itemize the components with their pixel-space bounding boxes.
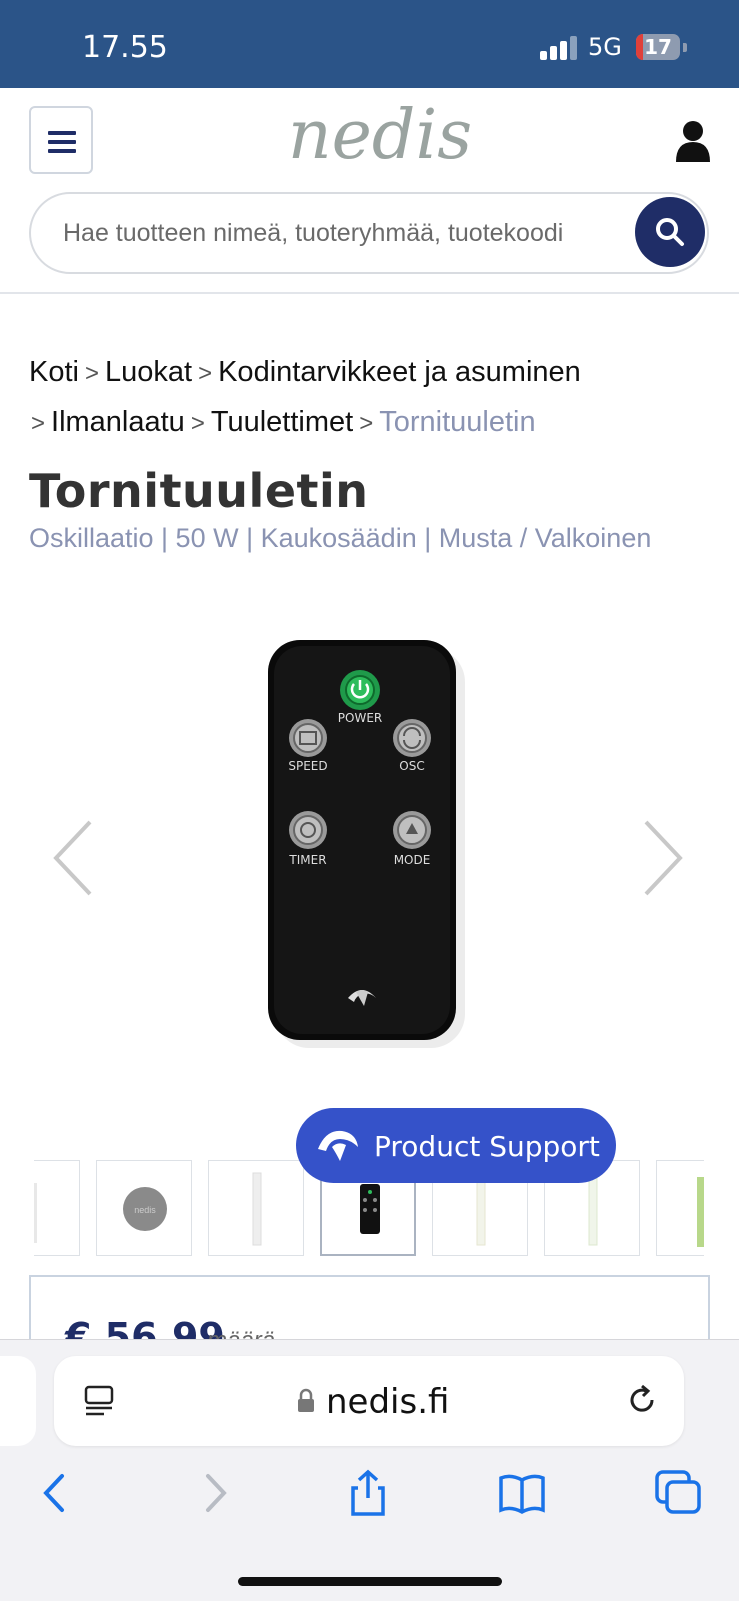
browser-toolbar: nedis.fi (0, 1339, 739, 1601)
lock-icon (298, 1388, 314, 1412)
svg-text:nedis: nedis (134, 1205, 156, 1215)
battery-percent: 17 (644, 35, 672, 59)
search-icon (656, 218, 684, 246)
back-icon[interactable] (30, 1468, 80, 1518)
bookmarks-icon[interactable] (497, 1468, 547, 1518)
chevron-right-icon: > (31, 410, 46, 437)
chevron-right-icon: > (359, 410, 374, 437)
tabs-icon[interactable] (653, 1468, 703, 1518)
thumbnail[interactable] (208, 1160, 304, 1256)
product-image-remote-control: POWER SPEED OSC TIMER MODE (268, 640, 465, 1048)
page-menu-icon[interactable] (82, 1384, 116, 1418)
logo-text: nedis (288, 100, 472, 175)
forward-icon[interactable] (190, 1468, 240, 1518)
timer-label: TIMER (288, 853, 326, 867)
status-bar: 17.55 5G 17 (0, 0, 739, 88)
battery-icon: 17 (636, 34, 680, 60)
support-label: Product Support (374, 1130, 600, 1163)
reload-icon[interactable] (624, 1382, 660, 1418)
nedis-support-icon (318, 1130, 358, 1161)
search-input[interactable] (63, 194, 623, 272)
home-indicator[interactable] (238, 1577, 502, 1586)
chevron-right-icon: > (84, 360, 99, 387)
chevron-right-icon: > (198, 360, 213, 387)
breadcrumb-koti[interactable]: Koti (29, 356, 79, 388)
thumbnail[interactable]: nedis (96, 1160, 192, 1256)
breadcrumb-ilmanlaatu[interactable]: Ilmanlaatu (51, 406, 185, 438)
mode-label: MODE (394, 853, 431, 867)
hamburger-icon (48, 131, 76, 135)
speed-label: SPEED (288, 759, 327, 773)
share-icon[interactable] (343, 1468, 393, 1518)
menu-button[interactable] (29, 106, 93, 174)
breadcrumb: Koti > Luokat > Kodintarvikkeet ja asuminen … (29, 348, 719, 448)
header-divider (0, 292, 739, 294)
search-bar (29, 192, 709, 274)
chevron-right-icon: > (190, 410, 205, 437)
battery-nub (683, 43, 687, 52)
gallery-next-arrow[interactable] (642, 818, 686, 898)
breadcrumb-kodintarvikkeet[interactable]: Kodintarvikkeet ja asuminen (218, 356, 581, 388)
previous-tab-preview[interactable] (0, 1356, 36, 1446)
product-subtitle: Oskillaatio | 50 W | Kaukosäädin | Musta… (29, 523, 652, 553)
product-title: Tornituuletin (29, 464, 369, 518)
gallery-prev-arrow[interactable] (50, 818, 94, 898)
thumbnail[interactable] (656, 1160, 704, 1256)
user-account-icon[interactable] (674, 120, 712, 162)
status-time: 17.55 (82, 30, 168, 65)
osc-label: OSC (399, 759, 424, 773)
power-label: POWER (338, 711, 382, 725)
url-text: nedis.fi (326, 1382, 450, 1422)
breadcrumb-current: Tornituuletin (379, 406, 536, 438)
network-type: 5G (588, 33, 622, 61)
search-button[interactable] (635, 197, 705, 267)
product-support-button[interactable]: Product Support (296, 1108, 616, 1183)
thumbnail[interactable] (34, 1160, 80, 1256)
breadcrumb-luokat[interactable]: Luokat (105, 356, 192, 388)
nedis-logo[interactable]: nedis (260, 100, 500, 176)
signal-icon (540, 36, 578, 60)
address-bar[interactable]: nedis.fi (54, 1356, 684, 1446)
breadcrumb-tuulettimet[interactable]: Tuulettimet (211, 406, 353, 438)
